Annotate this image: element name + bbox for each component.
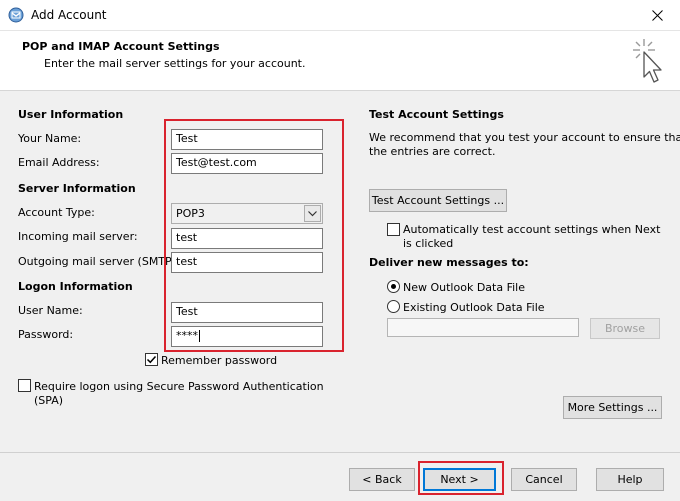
logon-info-heading: Logon Information <box>18 280 133 293</box>
checkmark-icon <box>146 355 157 364</box>
incoming-server-label: Incoming mail server: <box>18 230 138 243</box>
highlight-box-next <box>418 461 504 495</box>
remember-password-label: Remember password <box>161 354 278 367</box>
test-settings-heading: Test Account Settings <box>369 108 504 121</box>
title-bar: Add Account <box>0 0 680 31</box>
footer-divider <box>0 452 680 453</box>
auto-test-label-line1: Automatically test account settings when… <box>403 223 661 236</box>
spa-label-line2: (SPA) <box>34 394 64 407</box>
outgoing-server-label: Outgoing mail server (SMTP): <box>18 255 180 268</box>
header-title: POP and IMAP Account Settings <box>22 40 220 53</box>
deliver-heading: Deliver new messages to: <box>369 256 529 269</box>
more-settings-button[interactable]: More Settings ... <box>563 396 662 419</box>
password-label: Password: <box>18 328 74 341</box>
user-name-label: User Name: <box>18 304 83 317</box>
existing-data-file-label: Existing Outlook Data File <box>403 301 545 314</box>
radio-selected-dot <box>391 284 396 289</box>
back-button[interactable]: < Back <box>349 468 415 491</box>
auto-test-checkbox[interactable] <box>387 223 400 236</box>
help-button[interactable]: Help <box>596 468 664 491</box>
your-name-label: Your Name: <box>18 132 82 145</box>
window-title: Add Account <box>31 8 107 22</box>
browse-button[interactable]: Browse <box>590 318 660 339</box>
test-description-line2: the entries are correct. <box>369 145 496 158</box>
new-data-file-label: New Outlook Data File <box>403 281 525 294</box>
add-account-dialog: Add Account POP and IMAP Account Setting… <box>0 0 680 501</box>
cancel-button[interactable]: Cancel <box>511 468 577 491</box>
account-type-label: Account Type: <box>18 206 95 219</box>
highlight-box-fields <box>164 119 344 352</box>
test-account-settings-button[interactable]: Test Account Settings ... <box>369 189 507 212</box>
server-info-heading: Server Information <box>18 182 136 195</box>
auto-test-label-line2: is clicked <box>403 237 454 250</box>
spa-label-line1: Require logon using Secure Password Auth… <box>34 380 324 393</box>
user-info-heading: User Information <box>18 108 124 121</box>
new-data-file-radio[interactable] <box>387 280 400 293</box>
existing-data-file-radio[interactable] <box>387 300 400 313</box>
test-description-line1: We recommend that you test your account … <box>369 131 680 144</box>
cursor-sparkle-icon <box>633 39 662 83</box>
outlook-account-icon <box>8 7 24 23</box>
close-icon <box>651 9 663 21</box>
dialog-header: POP and IMAP Account Settings Enter the … <box>0 31 680 91</box>
remember-password-checkbox[interactable] <box>145 353 158 366</box>
header-subtitle: Enter the mail server settings for your … <box>44 57 306 70</box>
close-button[interactable] <box>634 0 680 30</box>
data-file-path-input[interactable] <box>387 318 579 337</box>
spa-checkbox[interactable] <box>18 379 31 392</box>
email-address-label: Email Address: <box>18 156 100 169</box>
